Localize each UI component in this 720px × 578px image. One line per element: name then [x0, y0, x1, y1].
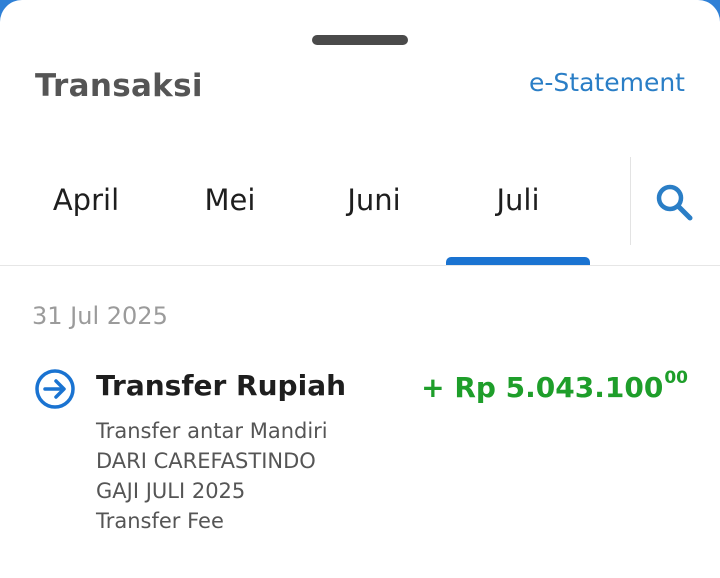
tab-juli[interactable]: Juli — [446, 183, 590, 217]
active-tab-indicator — [446, 257, 590, 265]
tab-divider — [630, 157, 631, 245]
tab-april[interactable]: April — [14, 183, 158, 217]
transaction-title: Transfer Rupiah — [96, 369, 347, 402]
transaction-detail-line: DARI CAREFASTINDO — [96, 449, 316, 473]
amount-decimals: 00 — [664, 368, 688, 388]
transaction-detail-line: Transfer antar Mandiri — [96, 419, 328, 443]
transaction-amount: + Rp 5.043.10000 — [421, 368, 688, 404]
search-button[interactable] — [650, 178, 698, 226]
section-divider — [0, 265, 720, 266]
amount-value: + Rp 5.043.100 — [421, 371, 664, 404]
sheet-drag-handle[interactable] — [312, 35, 408, 45]
month-tabs: April Mei Juni Juli — [0, 157, 630, 265]
transaction-item[interactable]: Transfer Rupiah + Rp 5.043.10000 Transfe… — [0, 360, 720, 550]
transaction-date: 31 Jul 2025 — [32, 302, 168, 330]
transaction-details: Transfer antar Mandiri DARI CAREFASTINDO… — [96, 416, 328, 536]
tab-juni[interactable]: Juni — [302, 183, 446, 217]
transaction-sheet: Transaksi e-Statement April Mei Juni Jul… — [0, 0, 720, 578]
tab-mei[interactable]: Mei — [158, 183, 302, 217]
transfer-in-icon — [34, 368, 76, 410]
transaction-detail-line: Transfer Fee — [96, 509, 224, 533]
search-icon — [656, 184, 693, 221]
page-title: Transaksi — [35, 68, 203, 104]
transaction-detail-line: GAJI JULI 2025 — [96, 479, 246, 503]
e-statement-link[interactable]: e-Statement — [529, 68, 685, 97]
